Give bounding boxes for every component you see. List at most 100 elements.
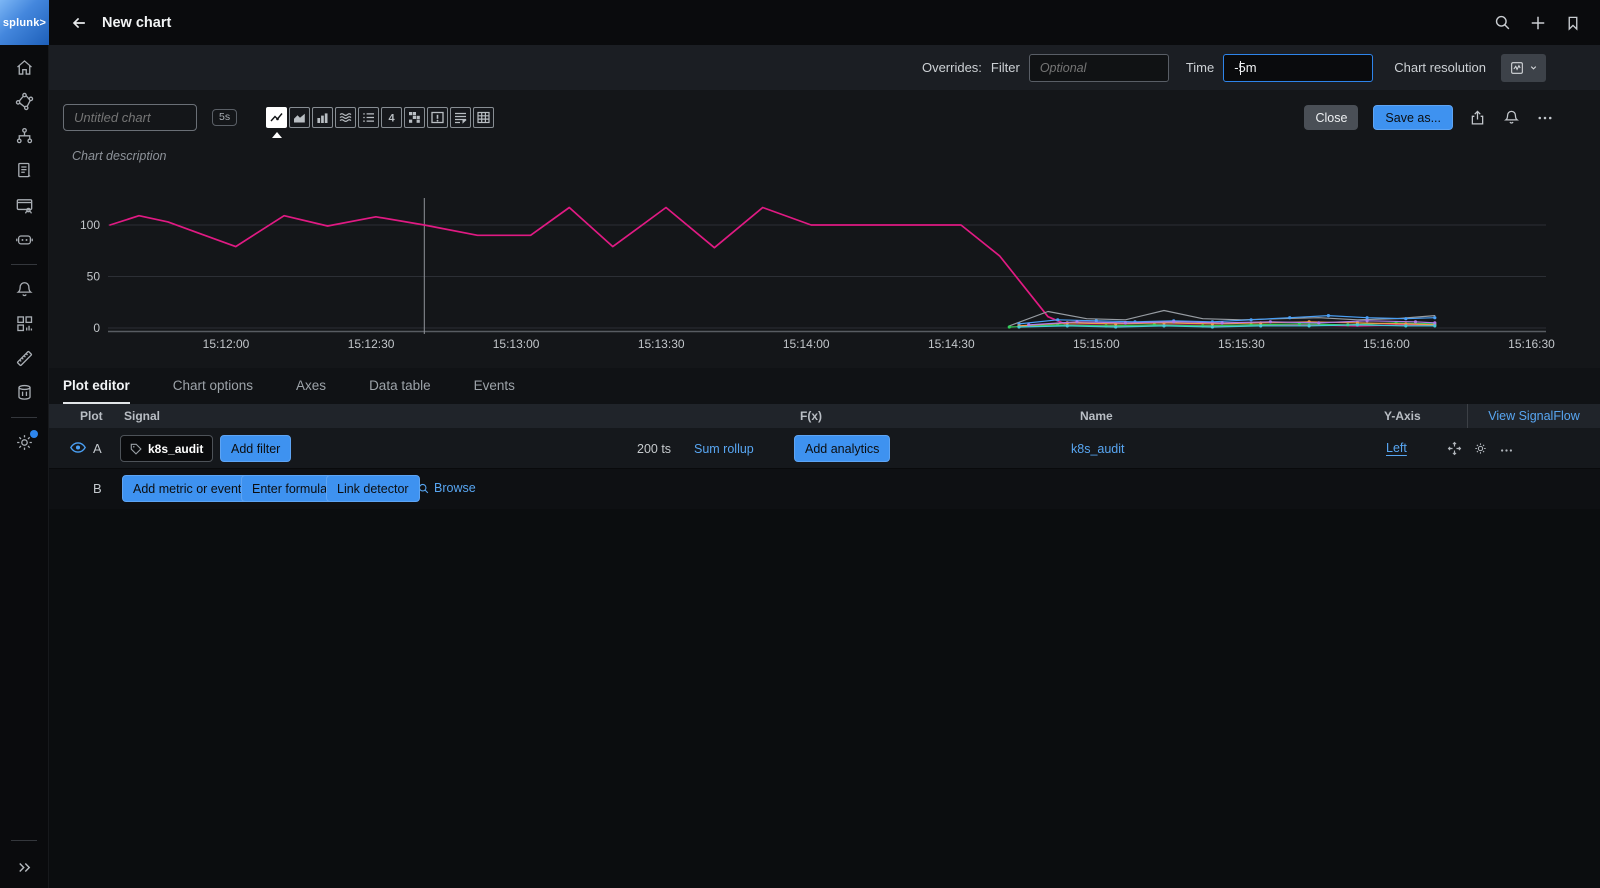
tab-axes[interactable]: Axes xyxy=(296,368,326,404)
save-as-button[interactable]: Save as... xyxy=(1373,105,1453,130)
add-analytics-button[interactable]: Add analytics xyxy=(794,435,890,462)
link-detector-button[interactable]: Link detector xyxy=(326,475,420,502)
more-options-icon[interactable] xyxy=(1536,109,1554,127)
tag-icon xyxy=(130,443,142,455)
chart-type-table[interactable] xyxy=(473,107,494,128)
plot-letter-a: A xyxy=(93,441,102,456)
svg-text:4: 4 xyxy=(389,113,396,125)
plot-config-gear-icon[interactable] xyxy=(1473,441,1488,456)
chevrons-right-icon xyxy=(15,858,34,877)
y-axis-link[interactable]: Left xyxy=(1386,441,1407,455)
chart-type-toolbar: 4 xyxy=(266,107,494,128)
signal-tag-label: k8s_audit xyxy=(148,442,203,456)
svg-text:15:13:00: 15:13:00 xyxy=(493,337,540,351)
topnav-actions xyxy=(1493,13,1582,33)
editor-tabs: Plot editor Chart options Axes Data tabl… xyxy=(49,368,1600,404)
col-plot: Plot xyxy=(80,409,103,423)
alerts-bell-icon[interactable] xyxy=(0,272,49,307)
col-signal: Signal xyxy=(124,409,160,423)
app-root: splunk> New chart xyxy=(0,0,1600,888)
selected-type-caret xyxy=(272,132,282,138)
tab-events[interactable]: Events xyxy=(474,368,515,404)
time-label: Time xyxy=(1186,60,1214,75)
bookmark-icon[interactable] xyxy=(1564,14,1582,32)
rum-icon[interactable] xyxy=(0,188,49,223)
chevron-down-icon xyxy=(1528,62,1539,73)
overrides-label: Overrides: xyxy=(922,60,982,75)
view-signalflow-link[interactable]: View SignalFlow xyxy=(1467,404,1600,428)
left-sidebar xyxy=(0,45,49,888)
log-observer-icon[interactable] xyxy=(0,154,49,189)
resolution-badge: 5s xyxy=(212,109,237,127)
apm-icon[interactable] xyxy=(0,85,49,120)
enter-formula-button[interactable]: Enter formula xyxy=(241,475,338,502)
alert-bell-icon[interactable] xyxy=(1502,108,1521,127)
browse-link[interactable]: Browse xyxy=(417,481,476,495)
data-management-icon[interactable] xyxy=(0,376,49,411)
move-plot-icon[interactable] xyxy=(1446,440,1463,457)
svg-text:15:16:30: 15:16:30 xyxy=(1508,337,1555,351)
metrics-ruler-icon[interactable] xyxy=(0,341,49,376)
tab-data-table[interactable]: Data table xyxy=(369,368,431,404)
text-caret xyxy=(1240,61,1241,75)
synthetics-icon[interactable] xyxy=(0,223,49,258)
back-button[interactable] xyxy=(69,13,89,33)
main-content: Overrides: Filter Time Chart resolution … xyxy=(49,45,1600,888)
plot-table-header: Plot Signal F(x) Name Y-Axis View Signal… xyxy=(49,404,1600,428)
svg-text:15:13:30: 15:13:30 xyxy=(638,337,685,351)
arrow-left-icon xyxy=(69,13,89,33)
col-name: Name xyxy=(1080,409,1113,423)
chart-type-list[interactable] xyxy=(358,107,379,128)
chart-type-line[interactable] xyxy=(266,107,287,128)
browse-search-icon xyxy=(417,482,430,495)
home-icon[interactable] xyxy=(0,50,49,85)
plot-row-b: B Add metric or event Enter formula Link… xyxy=(49,469,1600,509)
rollup-link[interactable]: Sum rollup xyxy=(694,442,754,456)
plus-icon[interactable] xyxy=(1528,13,1548,33)
sidebar-divider xyxy=(11,840,37,841)
settings-notification-dot xyxy=(30,430,38,438)
svg-text:15:16:00: 15:16:00 xyxy=(1363,337,1410,351)
splunk-logo[interactable]: splunk> xyxy=(0,0,49,45)
chart-type-column[interactable] xyxy=(312,107,333,128)
sidebar-collapse-button[interactable] xyxy=(0,848,49,886)
plot-letter-b: B xyxy=(93,481,102,496)
search-icon[interactable] xyxy=(1493,13,1512,32)
chart-title-input[interactable] xyxy=(63,104,197,131)
add-filter-button[interactable]: Add filter xyxy=(220,435,291,462)
col-y-axis: Y-Axis xyxy=(1384,409,1421,423)
chart-resolution-dropdown[interactable] xyxy=(1501,54,1546,82)
plot-name-link[interactable]: k8s_audit xyxy=(1071,442,1125,456)
close-button[interactable]: Close xyxy=(1304,105,1358,130)
chart-type-heatmap[interactable] xyxy=(404,107,425,128)
page-title: New chart xyxy=(102,15,171,31)
share-icon[interactable] xyxy=(1468,108,1487,127)
infrastructure-icon[interactable] xyxy=(0,119,49,154)
sidebar-divider xyxy=(11,264,37,265)
signal-pill-k8s-audit[interactable]: k8s_audit xyxy=(120,435,213,462)
plot-row-a: A k8s_audit Add filter 200 ts Sum rollup… xyxy=(49,428,1600,469)
chart-type-area[interactable] xyxy=(289,107,310,128)
dashboards-icon[interactable] xyxy=(0,307,49,342)
resolution-chart-icon xyxy=(1509,60,1525,76)
chart-type-text-note[interactable] xyxy=(450,107,471,128)
svg-text:50: 50 xyxy=(87,270,101,284)
visibility-eye-icon[interactable] xyxy=(69,440,87,455)
add-metric-or-event-button[interactable]: Add metric or event xyxy=(122,475,252,502)
chart-type-histogram[interactable] xyxy=(335,107,356,128)
settings-gear-icon[interactable] xyxy=(0,425,49,460)
svg-text:15:12:00: 15:12:00 xyxy=(203,337,250,351)
svg-text:15:14:00: 15:14:00 xyxy=(783,337,830,351)
overrides-bar: Overrides: Filter Time Chart resolution xyxy=(49,45,1600,90)
chart-type-single-value[interactable]: 4 xyxy=(381,107,402,128)
chart-type-event-feed[interactable] xyxy=(427,107,448,128)
tab-chart-options[interactable]: Chart options xyxy=(173,368,253,404)
time-input[interactable] xyxy=(1223,54,1373,82)
chart-plot-area[interactable]: 05010015:12:0015:12:3015:13:0015:13:3015… xyxy=(61,185,1561,357)
tab-plot-editor[interactable]: Plot editor xyxy=(63,368,130,404)
sidebar-divider xyxy=(11,417,37,418)
row-more-options-icon[interactable] xyxy=(1499,443,1514,458)
chart-resolution-label: Chart resolution xyxy=(1394,60,1486,75)
filter-input[interactable] xyxy=(1029,54,1169,82)
chart-description-input[interactable]: Chart description xyxy=(72,149,167,163)
